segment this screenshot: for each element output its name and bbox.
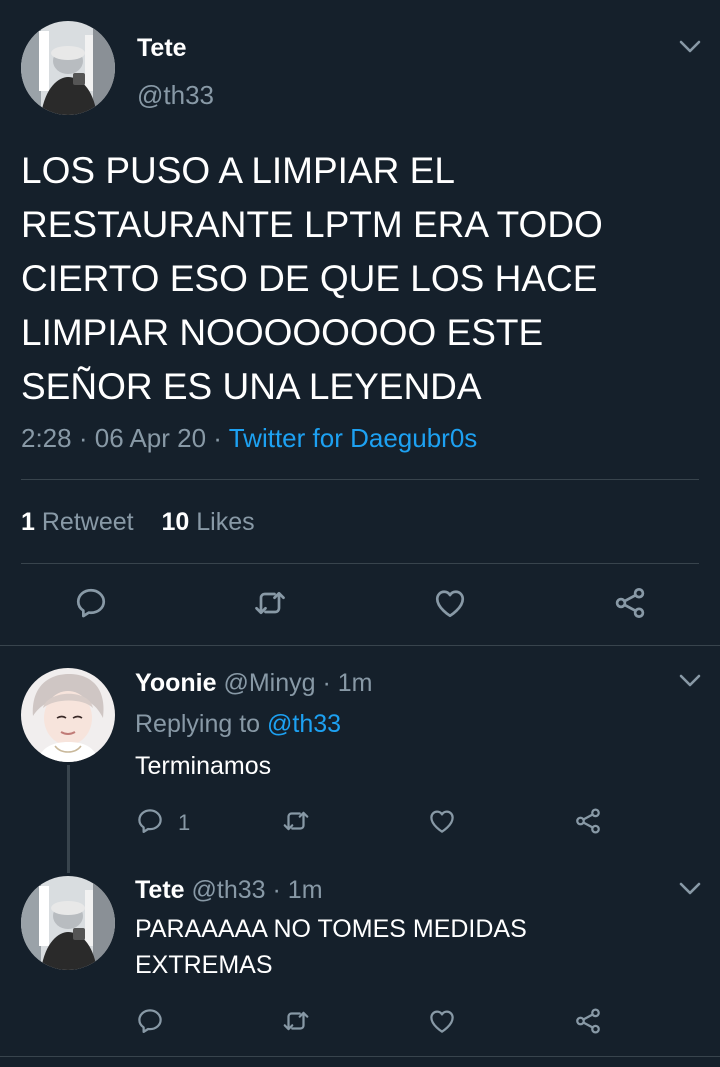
retweets-stat[interactable]: 1 Retweet: [21, 508, 134, 536]
reply-avatar[interactable]: [21, 876, 115, 970]
reply-separator: ·: [272, 876, 281, 904]
reply-text: PARAAAAA NO TOMES MEDIDAS EXTREMAS: [135, 915, 527, 979]
reply-icon[interactable]: [135, 806, 165, 836]
reply-avatar[interactable]: [21, 668, 115, 762]
tweet-time: 2:28: [21, 423, 72, 453]
reply-count: 1: [178, 810, 191, 835]
reply-text: Terminamos: [135, 752, 272, 780]
chevron-down-icon[interactable]: [679, 40, 701, 54]
share-icon[interactable]: [573, 806, 603, 836]
reply-header: Yoonie @Minyg · 1m: [135, 667, 372, 699]
retweet-icon[interactable]: [281, 806, 311, 836]
retweet-icon[interactable]: [252, 585, 288, 621]
reply-icon[interactable]: [135, 1006, 165, 1036]
tweet-date: 06 Apr 20: [94, 423, 207, 453]
reply-author-name[interactable]: Tete: [135, 876, 185, 904]
reply-header: Tete @th33 · 1m: [135, 874, 323, 906]
tweet-meta: 2:28 · 06 Apr 20 · Twitter for Daegubr0s: [21, 420, 477, 456]
avatar-image: [21, 668, 115, 762]
replying-to-handle[interactable]: @th33: [267, 710, 341, 738]
tweet-source-link[interactable]: Twitter for Daegubr0s: [229, 423, 478, 453]
replying-to-label: Replying to: [135, 710, 261, 738]
replying-to: Replying to @th33: [135, 708, 341, 740]
like-count: 10: [161, 508, 190, 536]
reply-icon[interactable]: [73, 585, 109, 621]
chevron-down-icon[interactable]: [679, 882, 701, 896]
share-icon[interactable]: [612, 585, 648, 621]
divider: [0, 645, 720, 646]
reply-author-name[interactable]: Yoonie: [135, 669, 216, 697]
meta-separator: ·: [213, 423, 222, 453]
divider: [0, 1056, 720, 1057]
retweet-label: Retweet: [41, 508, 134, 536]
thread-connector: [67, 765, 70, 873]
tweet-stats: 1 Retweet 10 Likes: [21, 506, 255, 538]
heart-icon[interactable]: [427, 806, 457, 836]
chevron-down-icon[interactable]: [679, 674, 701, 688]
share-icon[interactable]: [573, 1006, 603, 1036]
retweet-count: 1: [21, 508, 35, 536]
divider: [21, 563, 699, 564]
like-label: Likes: [196, 508, 255, 536]
author-handle[interactable]: @th33: [137, 80, 214, 111]
author-avatar[interactable]: [21, 21, 115, 115]
heart-icon[interactable]: [427, 1006, 457, 1036]
reply-time: 1m: [287, 876, 323, 904]
meta-separator: ·: [78, 423, 88, 453]
reply-separator: ·: [322, 669, 331, 697]
author-name[interactable]: Tete: [137, 34, 187, 63]
reply-author-handle[interactable]: @th33: [192, 876, 266, 904]
likes-stat[interactable]: 10 Likes: [161, 508, 254, 536]
avatar-image: [21, 21, 115, 115]
avatar-image: [21, 876, 115, 970]
reply-author-handle[interactable]: @Minyg: [223, 669, 315, 697]
retweet-icon[interactable]: [281, 1006, 311, 1036]
reply-time: 1m: [337, 669, 373, 697]
tweet-text: LOS PUSO A LIMPIAR EL RESTAURANTE LPTM E…: [21, 150, 603, 407]
heart-icon[interactable]: [432, 585, 468, 621]
divider: [21, 479, 699, 480]
